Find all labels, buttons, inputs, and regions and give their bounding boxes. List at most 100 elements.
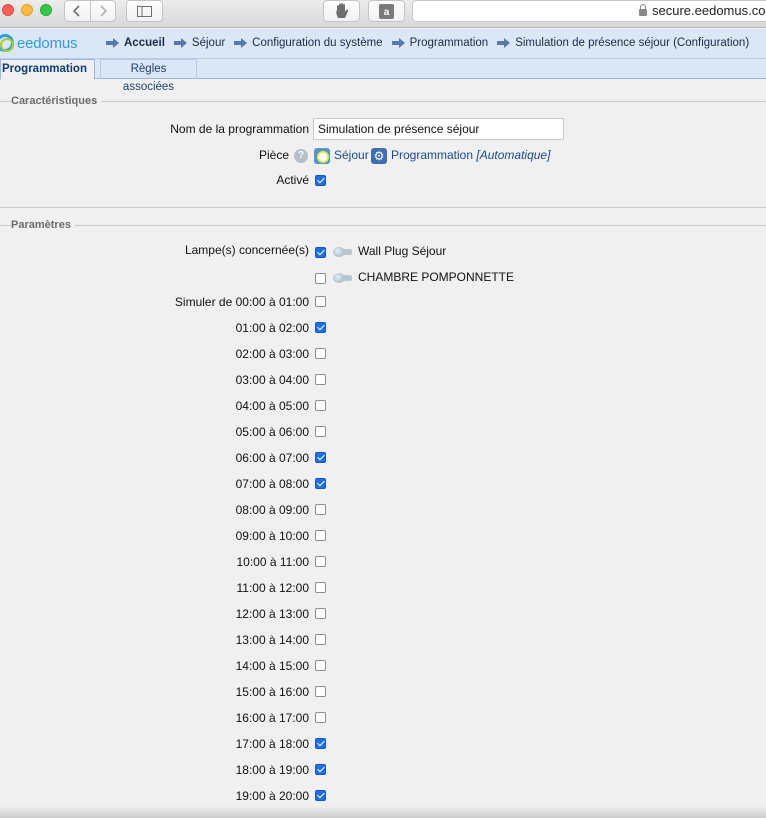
plug-icon [333, 246, 353, 258]
time-slot-checkbox[interactable] [315, 296, 326, 307]
gear-icon: ⚙ [371, 148, 387, 164]
time-slot-label: 02:00 à 03:00 [235, 347, 309, 361]
browser-toolbar: a secure.eedomus.com [0, 0, 766, 28]
breadcrumb-item[interactable]: Configuration du système [234, 37, 383, 49]
time-slot-label: 12:00 à 13:00 [235, 607, 309, 621]
time-slot-label: 14:00 à 15:00 [235, 659, 309, 673]
back-button[interactable] [65, 1, 90, 21]
room-link[interactable]: Séjour [334, 148, 369, 162]
time-slot-checkbox[interactable] [315, 634, 326, 645]
logo-text: eedomus [17, 34, 78, 52]
breadcrumb-item[interactable]: Séjour [173, 37, 225, 49]
time-slot-checkbox[interactable] [315, 660, 326, 671]
nav-buttons [64, 0, 116, 22]
time-slot-label: 08:00 à 09:00 [235, 503, 309, 517]
section-parametres: Paramètres [0, 219, 766, 233]
sidebar-button[interactable] [126, 0, 163, 22]
name-label: Nom de la programmation [170, 122, 309, 136]
chevron-left-icon [73, 5, 81, 17]
time-slot-label: Simuler de 00:00 à 01:00 [174, 295, 309, 309]
programmation-link[interactable]: Programmation [Automatique] [391, 148, 550, 162]
time-slot-checkbox[interactable] [315, 322, 326, 333]
time-slot-label: 06:00 à 07:00 [235, 451, 309, 465]
time-slot-checkbox[interactable] [315, 374, 326, 385]
time-slot-label: 17:00 à 18:00 [235, 737, 309, 751]
zoom-window-button[interactable] [40, 4, 52, 16]
room-icon [314, 148, 330, 164]
tab-bar: Programmation Règles associées [0, 59, 766, 93]
lamp-label: Wall Plug Séjour [358, 244, 447, 258]
breadcrumb: Accueil Séjour Configuration du système … [106, 37, 758, 49]
forward-button[interactable] [89, 1, 115, 21]
section-title: Caractéristiques [11, 95, 102, 107]
time-slot-label: 10:00 à 11:00 [236, 555, 309, 569]
section-title: Paramètres [11, 219, 75, 231]
scroll-fade [0, 806, 766, 818]
time-slot-label: 15:00 à 16:00 [235, 685, 309, 699]
time-slot-label: 13:00 à 14:00 [235, 633, 309, 647]
time-slot-checkbox[interactable] [315, 582, 326, 593]
hand-extension-button[interactable] [323, 0, 360, 22]
amazon-icon: a [379, 3, 394, 19]
lamp-checkbox[interactable] [315, 273, 326, 284]
hand-icon [335, 3, 348, 18]
minimize-window-button[interactable] [21, 4, 33, 16]
time-slot-label: 11:00 à 12:00 [236, 581, 309, 595]
time-slot-checkbox[interactable] [315, 400, 326, 411]
eedomus-logo[interactable]: eedomus [0, 34, 78, 52]
amazon-extension-button[interactable]: a [368, 0, 405, 22]
close-window-button[interactable] [2, 4, 14, 16]
url-text: secure.eedomus.com [652, 3, 766, 18]
lamp-checkbox[interactable] [315, 247, 326, 258]
arrow-right-icon [234, 38, 248, 48]
time-slot-label: 04:00 à 05:00 [235, 399, 309, 413]
plug-icon [333, 272, 353, 284]
breadcrumb-item[interactable]: Accueil [106, 37, 165, 49]
address-bar[interactable]: secure.eedomus.com [412, 0, 766, 22]
time-slot-checkbox[interactable] [315, 452, 326, 463]
lamps-label: Lampe(s) concernée(s) [184, 243, 309, 257]
time-slot-checkbox[interactable] [315, 530, 326, 541]
time-slot-checkbox[interactable] [315, 348, 326, 359]
arrow-right-icon [497, 38, 511, 48]
time-slot-label: 01:00 à 02:00 [235, 321, 309, 335]
time-slot-checkbox[interactable] [315, 504, 326, 515]
arrow-right-icon [173, 38, 188, 48]
app-header: eedomus Accueil Séjour Configuration du … [0, 29, 766, 59]
time-slot-label: 16:00 à 17:00 [235, 711, 309, 725]
logo-ring-icon [0, 34, 14, 52]
programmation-name-input[interactable]: Simulation de présence séjour [313, 118, 564, 140]
lamp-label: CHAMBRE POMPONNETTE [358, 270, 515, 284]
lock-icon [639, 4, 647, 16]
time-slot-checkbox[interactable] [315, 712, 326, 723]
time-slot-label: 03:00 à 04:00 [235, 373, 309, 387]
time-slot-checkbox[interactable] [315, 608, 326, 619]
time-slot-checkbox[interactable] [315, 478, 326, 489]
section-caracteristiques: Caractéristiques [0, 95, 766, 109]
tab-regles-associees[interactable]: Règles associées [100, 59, 197, 93]
chevron-right-icon [100, 5, 107, 17]
svg-text:a: a [384, 7, 390, 18]
time-slot-checkbox[interactable] [315, 426, 326, 437]
time-slot-label: 18:00 à 19:00 [235, 763, 309, 777]
help-icon[interactable]: ? [294, 149, 308, 163]
time-slot-checkbox[interactable] [315, 738, 326, 749]
breadcrumb-item-current: Simulation de présence séjour (Configura… [497, 37, 749, 49]
active-checkbox[interactable] [315, 175, 326, 186]
sidebar-icon [137, 5, 152, 17]
tab-programmation[interactable]: Programmation [0, 59, 95, 80]
time-slot-checkbox[interactable] [315, 686, 326, 697]
programmation-mode: [Automatique] [476, 148, 551, 162]
arrow-right-icon [106, 38, 120, 48]
arrow-right-icon [391, 38, 406, 48]
breadcrumb-item[interactable]: Programmation [391, 37, 488, 49]
time-slot-checkbox[interactable] [315, 764, 326, 775]
time-slot-label: 09:00 à 10:00 [235, 529, 309, 543]
piece-label: Pièce [258, 148, 289, 162]
time-slot-label: 05:00 à 06:00 [235, 425, 309, 439]
time-slot-checkbox[interactable] [315, 556, 326, 567]
time-slot-label: 19:00 à 20:00 [235, 789, 309, 803]
time-slot-checkbox[interactable] [315, 790, 326, 801]
active-label: Activé [276, 173, 309, 187]
time-slot-label: 07:00 à 08:00 [235, 477, 309, 491]
